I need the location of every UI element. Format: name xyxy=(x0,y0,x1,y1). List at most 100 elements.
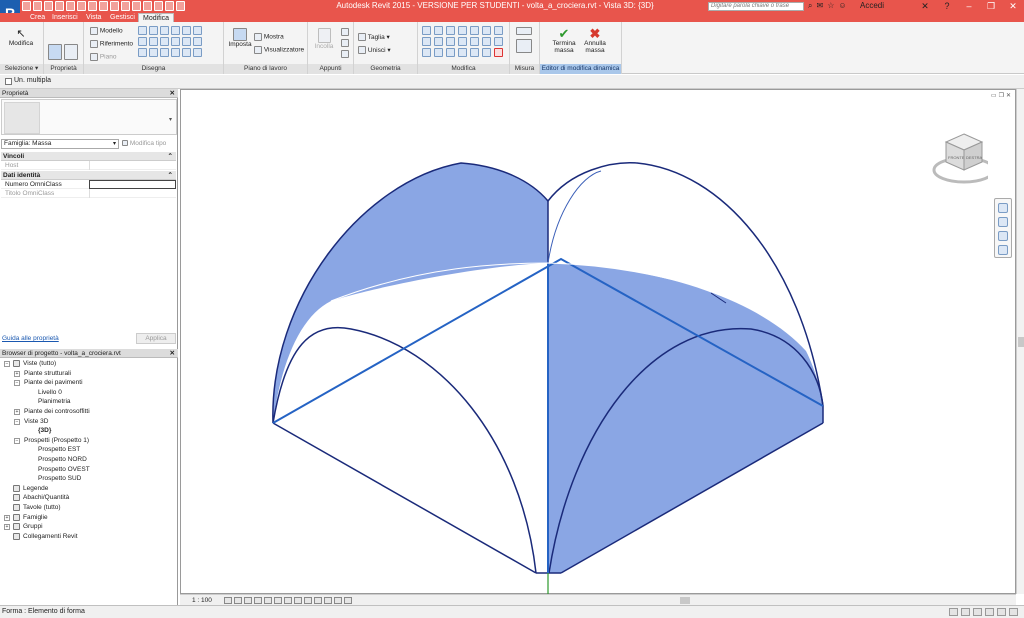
tab-vista[interactable]: Vista xyxy=(86,13,101,22)
collapse-icon[interactable]: − xyxy=(14,437,20,444)
undo-icon[interactable] xyxy=(44,1,53,11)
select-links-icon[interactable] xyxy=(949,608,958,616)
text-icon[interactable] xyxy=(110,1,119,11)
panel-label-selezione[interactable]: Selezione ▾ xyxy=(0,64,43,74)
view-scale[interactable]: 1 : 100 xyxy=(192,596,212,605)
vault-surface-right[interactable] xyxy=(548,263,823,573)
tree-item[interactable]: Prospetto EST xyxy=(0,445,178,455)
tree-item[interactable]: Prospetto SUD xyxy=(0,474,178,484)
close-icon[interactable]: ✕ xyxy=(1002,0,1024,13)
viewcube[interactable]: FRONTE DESTRA xyxy=(928,130,996,188)
circumscribed-polygon-icon[interactable] xyxy=(171,48,180,57)
minimize-icon[interactable]: – xyxy=(958,0,980,13)
expand-icon[interactable]: + xyxy=(4,524,10,531)
pin-icon[interactable] xyxy=(482,37,491,46)
split-face-icon[interactable] xyxy=(482,48,491,57)
join-geometry-button[interactable]: Unisci ▾ xyxy=(358,46,391,55)
scrollbar-thumb[interactable] xyxy=(1018,337,1024,347)
save-icon[interactable] xyxy=(33,1,42,11)
split-gap-icon[interactable] xyxy=(446,37,455,46)
tree-item[interactable]: Prospetto OVEST xyxy=(0,465,178,475)
expand-icon[interactable]: + xyxy=(14,370,20,377)
navbar-menu-icon[interactable] xyxy=(998,245,1008,255)
section-dati-identita[interactable]: Dati identità ⌃ xyxy=(1,171,176,180)
pick-lines-icon[interactable] xyxy=(193,37,202,46)
type-selector[interactable]: ▾ xyxy=(1,99,177,135)
omniclass-number-input[interactable] xyxy=(89,180,176,189)
tree-item[interactable]: Legende xyxy=(0,484,178,494)
sign-in-button[interactable]: Accedi xyxy=(860,1,884,10)
open-icon[interactable] xyxy=(22,1,31,11)
apply-button[interactable]: Applica xyxy=(136,333,176,344)
mirror-axis-icon[interactable] xyxy=(446,26,455,35)
groin-vault-model[interactable] xyxy=(181,90,1017,595)
unpin-icon[interactable] xyxy=(494,37,503,46)
trim-multiple-icon[interactable] xyxy=(422,48,431,57)
extend-icon[interactable] xyxy=(434,48,443,57)
expand-icon[interactable]: + xyxy=(4,514,10,521)
temporary-hide-icon[interactable] xyxy=(304,597,312,604)
dimension-icon[interactable] xyxy=(88,1,97,11)
split-icon[interactable] xyxy=(434,37,443,46)
show-crop-icon[interactable] xyxy=(284,597,292,604)
tree-item[interactable]: Planimetria xyxy=(0,397,178,407)
modify-button[interactable]: ↖ Modifica xyxy=(6,28,36,47)
detail-level-icon[interactable] xyxy=(224,597,232,604)
section-icon[interactable] xyxy=(132,1,141,11)
measure-icon[interactable] xyxy=(77,1,86,11)
spline-icon[interactable] xyxy=(160,37,169,46)
exchange-icon[interactable]: ✕ xyxy=(914,0,936,13)
tree-item[interactable]: Livello 0 xyxy=(0,388,178,398)
array-icon[interactable] xyxy=(458,37,467,46)
line-icon[interactable] xyxy=(138,26,147,35)
section-vincoli[interactable]: Vincoli ⌃ xyxy=(1,152,176,161)
reference-plane-button[interactable]: Piano xyxy=(90,53,116,61)
tree-item[interactable]: − Viste (tutto) xyxy=(0,359,178,369)
help-icon[interactable]: ? xyxy=(936,0,958,13)
tree-item[interactable]: Prospetto NORD xyxy=(0,455,178,465)
rectangle-icon[interactable] xyxy=(149,26,158,35)
restore-icon[interactable]: ❐ xyxy=(980,0,1002,13)
cut-geometry-button[interactable]: Taglia ▾ xyxy=(358,33,390,42)
tab-gestisci[interactable]: Gestisci xyxy=(110,13,135,22)
drag-elements-icon[interactable] xyxy=(997,608,1006,616)
highlight-displacement-icon[interactable] xyxy=(334,597,342,604)
favorites-icon[interactable]: ☆ xyxy=(827,1,834,11)
reveal-constraints-icon[interactable] xyxy=(344,597,352,604)
filter-icon[interactable] xyxy=(1009,608,1018,616)
select-pinned-icon[interactable] xyxy=(973,608,982,616)
paste-button[interactable]: Incolla xyxy=(311,28,337,50)
model-line-button[interactable]: Modello xyxy=(90,27,123,35)
reveal-hidden-icon[interactable] xyxy=(314,597,322,604)
viewer-button[interactable]: Visualizzatore xyxy=(254,46,304,54)
tree-item[interactable]: Tavole (tutto) xyxy=(0,503,178,513)
copy-element-icon[interactable] xyxy=(482,26,491,35)
close-icon[interactable]: ✕ xyxy=(170,89,175,98)
set-workplane-button[interactable]: Imposta xyxy=(227,28,253,48)
mirror-draw-icon[interactable] xyxy=(458,26,467,35)
thin-lines-icon[interactable] xyxy=(143,1,152,11)
cancel-mass-button[interactable]: ✖ Annulla massa xyxy=(580,27,610,54)
tab-crea[interactable]: Crea xyxy=(30,13,45,22)
tree-item[interactable]: + Gruppi xyxy=(0,522,178,532)
shadows-icon[interactable] xyxy=(254,597,262,604)
redo-icon[interactable] xyxy=(55,1,64,11)
vault-surface-left[interactable] xyxy=(272,163,548,423)
search-input[interactable]: Digitare parola chiave o frase xyxy=(708,2,804,11)
tree-item[interactable]: − Piante dei pavimenti xyxy=(0,378,178,388)
collapse-icon[interactable]: − xyxy=(4,361,10,367)
reference-line-button[interactable]: Riferimento xyxy=(90,40,133,48)
lock-3d-icon[interactable] xyxy=(294,597,302,604)
view-3d-icon[interactable] xyxy=(121,1,130,11)
sun-path-icon[interactable] xyxy=(244,597,252,604)
collapse-icon[interactable]: − xyxy=(14,418,20,425)
partial-ellipse-icon[interactable] xyxy=(182,37,191,46)
user-icon[interactable]: ☺ xyxy=(838,1,846,11)
properties-help-link[interactable]: Guida alle proprietà xyxy=(2,335,59,342)
crop-view-icon[interactable] xyxy=(274,597,282,604)
delete-icon[interactable] xyxy=(494,48,503,57)
tree-item[interactable]: − Viste 3D xyxy=(0,417,178,427)
point-element-icon[interactable] xyxy=(193,48,202,57)
align-icon[interactable] xyxy=(422,26,431,35)
offset-icon[interactable] xyxy=(434,26,443,35)
